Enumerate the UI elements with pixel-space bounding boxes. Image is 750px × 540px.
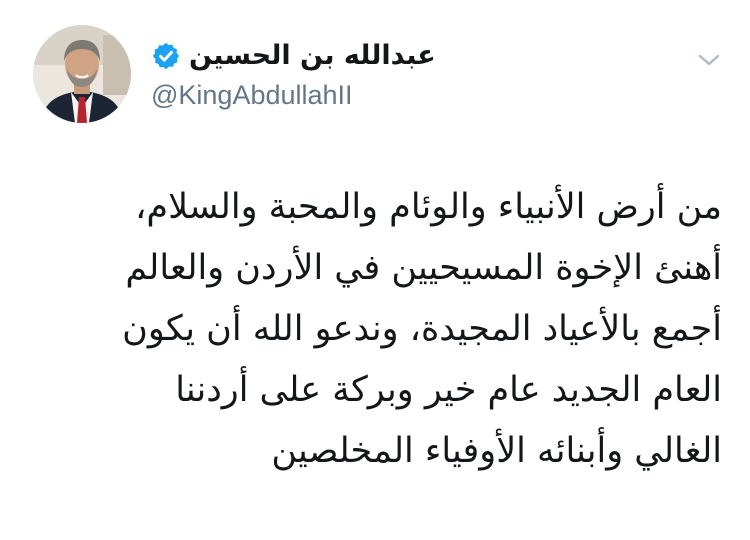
author-avatar[interactable]	[33, 25, 131, 123]
tweet-text: من أرض الأنبياء والوئام والمحبة والسلام،…	[40, 177, 722, 482]
verified-badge-icon	[152, 42, 180, 70]
author-handle[interactable]: @KingAbdullahII	[151, 78, 451, 112]
chevron-down-icon[interactable]	[692, 43, 726, 77]
tweet-text-line: أهنئ الإخوة المسيحيين في الأردن والعالم	[125, 248, 722, 288]
tweet-card: عبدالله بن الحسين @KingAbdullahII من أرض…	[0, 0, 750, 540]
tweet-text-line: أجمع بالأعياد المجيدة، وندعو الله أن يكو…	[122, 309, 722, 349]
tweet-text-line: العام الجديد عام خير وبركة على أردننا	[175, 370, 722, 410]
tweet-text-line: الغالي وأبنائه الأوفياء المخلصين	[271, 431, 722, 471]
tweet-author[interactable]: عبدالله بن الحسين @KingAbdullahII	[151, 38, 451, 112]
profile-photo-icon	[33, 25, 131, 123]
tweet-text-line: من أرض الأنبياء والوئام والمحبة والسلام،	[135, 187, 722, 227]
author-display-name[interactable]: عبدالله بن الحسين	[189, 39, 436, 73]
author-name-row: عبدالله بن الحسين	[151, 38, 451, 74]
